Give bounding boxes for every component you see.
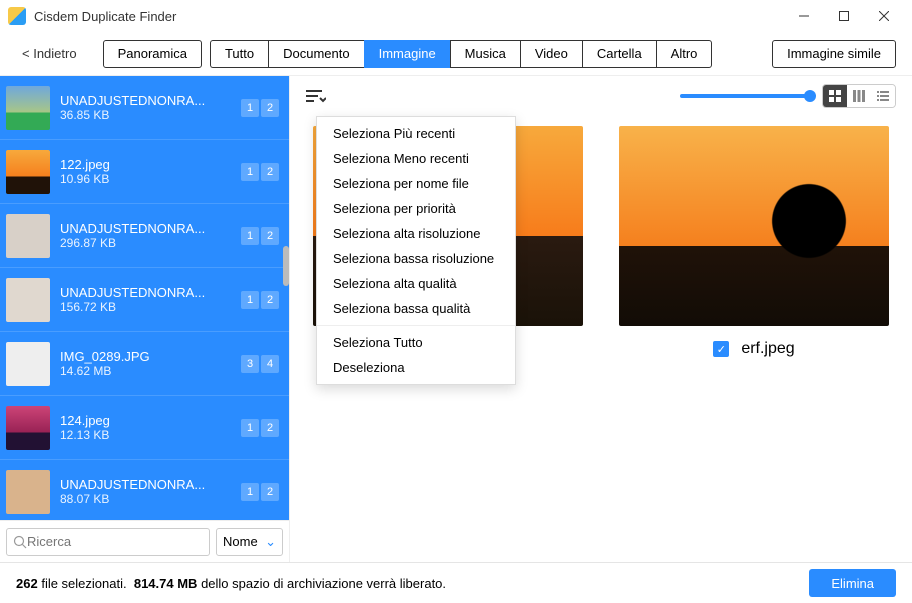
grid-view-button[interactable]: [823, 85, 847, 107]
badge[interactable]: 1: [241, 227, 259, 245]
thumbnail-icon: [6, 278, 50, 322]
status-size-label: dello spazio di archiviazione verrà libe…: [201, 576, 446, 591]
badge[interactable]: 1: [241, 291, 259, 309]
tab-musica[interactable]: Musica: [450, 40, 520, 68]
app-title: Cisdem Duplicate Finder: [34, 9, 784, 24]
file-size: 156.72 KB: [60, 300, 241, 314]
tab-immagine[interactable]: Immagine: [364, 40, 450, 68]
sidebar: UNADJUSTEDNONRA...36.85 KB 12 122.jpeg10…: [0, 76, 290, 562]
badge[interactable]: 1: [241, 483, 259, 501]
titlebar: Cisdem Duplicate Finder: [0, 0, 912, 32]
tab-tutto[interactable]: Tutto: [210, 40, 268, 68]
list-item[interactable]: 124.jpeg12.13 KB 12: [0, 396, 289, 460]
panoramica-button[interactable]: Panoramica: [103, 40, 202, 68]
badge[interactable]: 2: [261, 419, 279, 437]
search-icon: [13, 535, 27, 549]
file-name: UNADJUSTEDNONRA...: [60, 285, 241, 300]
ctx-select-by-priority[interactable]: Seleziona per priorità: [317, 196, 515, 221]
maximize-button[interactable]: [824, 2, 864, 30]
tab-altro[interactable]: Altro: [656, 40, 713, 68]
badge[interactable]: 2: [261, 227, 279, 245]
list-item[interactable]: UNADJUSTEDNONRA...156.72 KB 12: [0, 268, 289, 332]
thumbnail-icon: [6, 342, 50, 386]
status-count-label: file selezionati.: [41, 576, 126, 591]
badge[interactable]: 4: [261, 355, 279, 373]
list-item[interactable]: UNADJUSTEDNONRA...88.07 KB 12: [0, 460, 289, 520]
thumbnail-icon: [6, 214, 50, 258]
file-name: 122.jpeg: [60, 157, 241, 172]
statusbar: 262 file selezionati. 814.74 MB dello sp…: [0, 562, 912, 603]
ctx-select-low-quality[interactable]: Seleziona bassa qualità: [317, 296, 515, 321]
view-mode-buttons: [822, 84, 896, 108]
search-field[interactable]: [27, 534, 203, 549]
sort-select[interactable]: Nome ⌄: [216, 528, 283, 556]
ctx-select-low-res[interactable]: Seleziona bassa risoluzione: [317, 246, 515, 271]
minimize-button[interactable]: [784, 2, 824, 30]
file-name: IMG_0289.JPG: [60, 349, 241, 364]
file-size: 12.13 KB: [60, 428, 241, 442]
thumbnail-icon: [6, 150, 50, 194]
similar-image-button[interactable]: Immagine simile: [772, 40, 896, 68]
selection-menu-button[interactable]: [306, 88, 326, 104]
file-size: 14.62 MB: [60, 364, 241, 378]
toolbar: < Indietro Panoramica Tutto Documento Im…: [0, 32, 912, 76]
badge[interactable]: 3: [241, 355, 259, 373]
ctx-select-high-res[interactable]: Seleziona alta risoluzione: [317, 221, 515, 246]
scrollbar[interactable]: [283, 246, 289, 286]
ctx-deselect[interactable]: Deseleziona: [317, 355, 515, 380]
close-button[interactable]: [864, 2, 904, 30]
ctx-select-newest[interactable]: Seleziona Più recenti: [317, 121, 515, 146]
file-name: UNADJUSTEDNONRA...: [60, 477, 241, 492]
tab-documento[interactable]: Documento: [268, 40, 363, 68]
ctx-select-oldest[interactable]: Seleziona Meno recenti: [317, 146, 515, 171]
badge[interactable]: 1: [241, 419, 259, 437]
badge[interactable]: 1: [241, 99, 259, 117]
category-tabs: Tutto Documento Immagine Musica Video Ca…: [210, 40, 712, 68]
preview-image-right[interactable]: [619, 126, 889, 326]
badge[interactable]: 2: [261, 99, 279, 117]
chevron-down-icon: ⌄: [265, 534, 276, 550]
list-item[interactable]: IMG_0289.JPG14.62 MB 34: [0, 332, 289, 396]
thumbnail-icon: [6, 470, 50, 514]
badge[interactable]: 2: [261, 483, 279, 501]
status-size: 814.74 MB: [134, 576, 198, 591]
ctx-select-all[interactable]: Seleziona Tutto: [317, 330, 515, 355]
file-name: UNADJUSTEDNONRA...: [60, 221, 241, 236]
list-view-button[interactable]: [871, 85, 895, 107]
file-name: 124.jpeg: [60, 413, 241, 428]
back-button[interactable]: < Indietro: [16, 46, 83, 61]
column-view-button[interactable]: [847, 85, 871, 107]
slider-knob-icon[interactable]: [804, 90, 816, 102]
file-name: UNADJUSTEDNONRA...: [60, 93, 241, 108]
badge[interactable]: 2: [261, 163, 279, 181]
list-item[interactable]: UNADJUSTEDNONRA...36.85 KB 12: [0, 76, 289, 140]
thumbnail-icon: [6, 406, 50, 450]
file-size: 10.96 KB: [60, 172, 241, 186]
duplicate-list[interactable]: UNADJUSTEDNONRA...36.85 KB 12 122.jpeg10…: [0, 76, 289, 520]
badge[interactable]: 1: [241, 163, 259, 181]
thumbnail-icon: [6, 86, 50, 130]
list-item[interactable]: 122.jpeg10.96 KB 12: [0, 140, 289, 204]
context-menu: Seleziona Più recenti Seleziona Meno rec…: [316, 116, 516, 385]
file-size: 88.07 KB: [60, 492, 241, 506]
separator: [317, 325, 515, 326]
tab-cartella[interactable]: Cartella: [582, 40, 656, 68]
list-item[interactable]: UNADJUSTEDNONRA...296.87 KB 12: [0, 204, 289, 268]
checkbox-right[interactable]: ✓: [713, 341, 729, 357]
search-input[interactable]: [6, 528, 210, 556]
sort-label: Nome: [223, 534, 258, 549]
file-size: 296.87 KB: [60, 236, 241, 250]
zoom-slider[interactable]: [680, 94, 810, 98]
ctx-select-by-filename[interactable]: Seleziona per nome file: [317, 171, 515, 196]
ctx-select-high-quality[interactable]: Seleziona alta qualità: [317, 271, 515, 296]
app-logo-icon: [8, 7, 26, 25]
preview-name-right: erf.jpeg: [741, 340, 794, 358]
status-count: 262: [16, 576, 38, 591]
file-size: 36.85 KB: [60, 108, 241, 122]
delete-button[interactable]: Elimina: [809, 569, 896, 597]
tab-video[interactable]: Video: [520, 40, 582, 68]
badge[interactable]: 2: [261, 291, 279, 309]
content-area: 122.jpeg ✓ erf.jpeg Seleziona Più recent…: [290, 76, 912, 562]
